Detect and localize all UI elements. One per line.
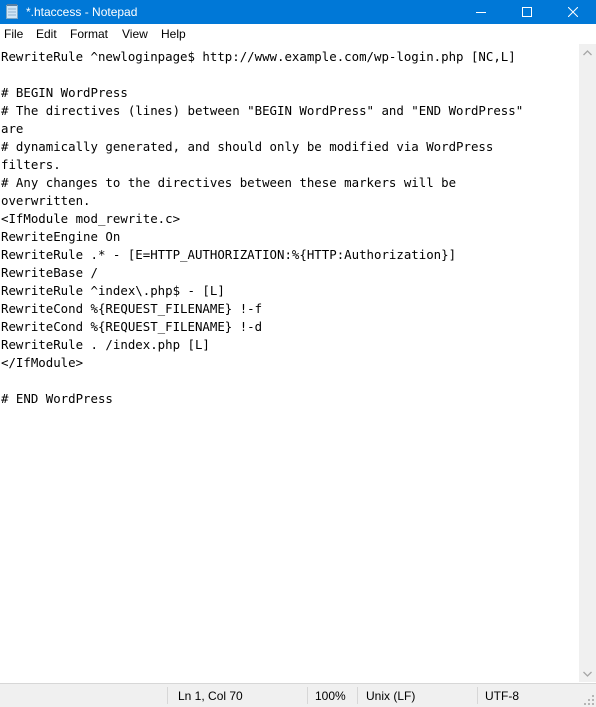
cursor-position: Ln 1, Col 70 <box>178 689 243 703</box>
minimize-icon <box>476 12 486 13</box>
close-icon <box>568 7 578 17</box>
menu-help[interactable]: Help <box>161 27 186 41</box>
encoding: UTF-8 <box>485 689 519 703</box>
chevron-down-icon <box>583 671 592 677</box>
title-bar[interactable]: *.htaccess - Notepad <box>0 0 596 24</box>
notepad-icon <box>6 4 18 19</box>
scroll-down-button[interactable] <box>579 665 596 682</box>
status-divider <box>307 687 308 704</box>
menu-view[interactable]: View <box>122 27 148 41</box>
scroll-up-button[interactable] <box>579 44 596 61</box>
menu-format[interactable]: Format <box>70 27 108 41</box>
status-bar: Ln 1, Col 70 100% Unix (LF) UTF-8 <box>0 683 596 707</box>
editor-content[interactable]: RewriteRule ^newloginpage$ http://www.ex… <box>0 44 579 408</box>
status-divider <box>477 687 478 704</box>
zoom-level: 100% <box>315 689 346 703</box>
minimize-button[interactable] <box>458 0 504 24</box>
menu-bar: File Edit Format View Help <box>0 24 596 44</box>
status-divider <box>357 687 358 704</box>
vertical-scrollbar[interactable] <box>579 44 596 682</box>
chevron-up-icon <box>583 49 592 55</box>
text-editor[interactable]: RewriteRule ^newloginpage$ http://www.ex… <box>0 44 579 682</box>
menu-file[interactable]: File <box>4 27 23 41</box>
resize-grip-icon[interactable] <box>584 695 594 705</box>
status-divider <box>167 687 168 704</box>
close-button[interactable] <box>550 0 596 24</box>
window-title: *.htaccess - Notepad <box>26 5 138 19</box>
menu-edit[interactable]: Edit <box>36 27 57 41</box>
line-ending: Unix (LF) <box>366 689 416 703</box>
maximize-button[interactable] <box>504 0 550 24</box>
maximize-icon <box>522 7 532 17</box>
